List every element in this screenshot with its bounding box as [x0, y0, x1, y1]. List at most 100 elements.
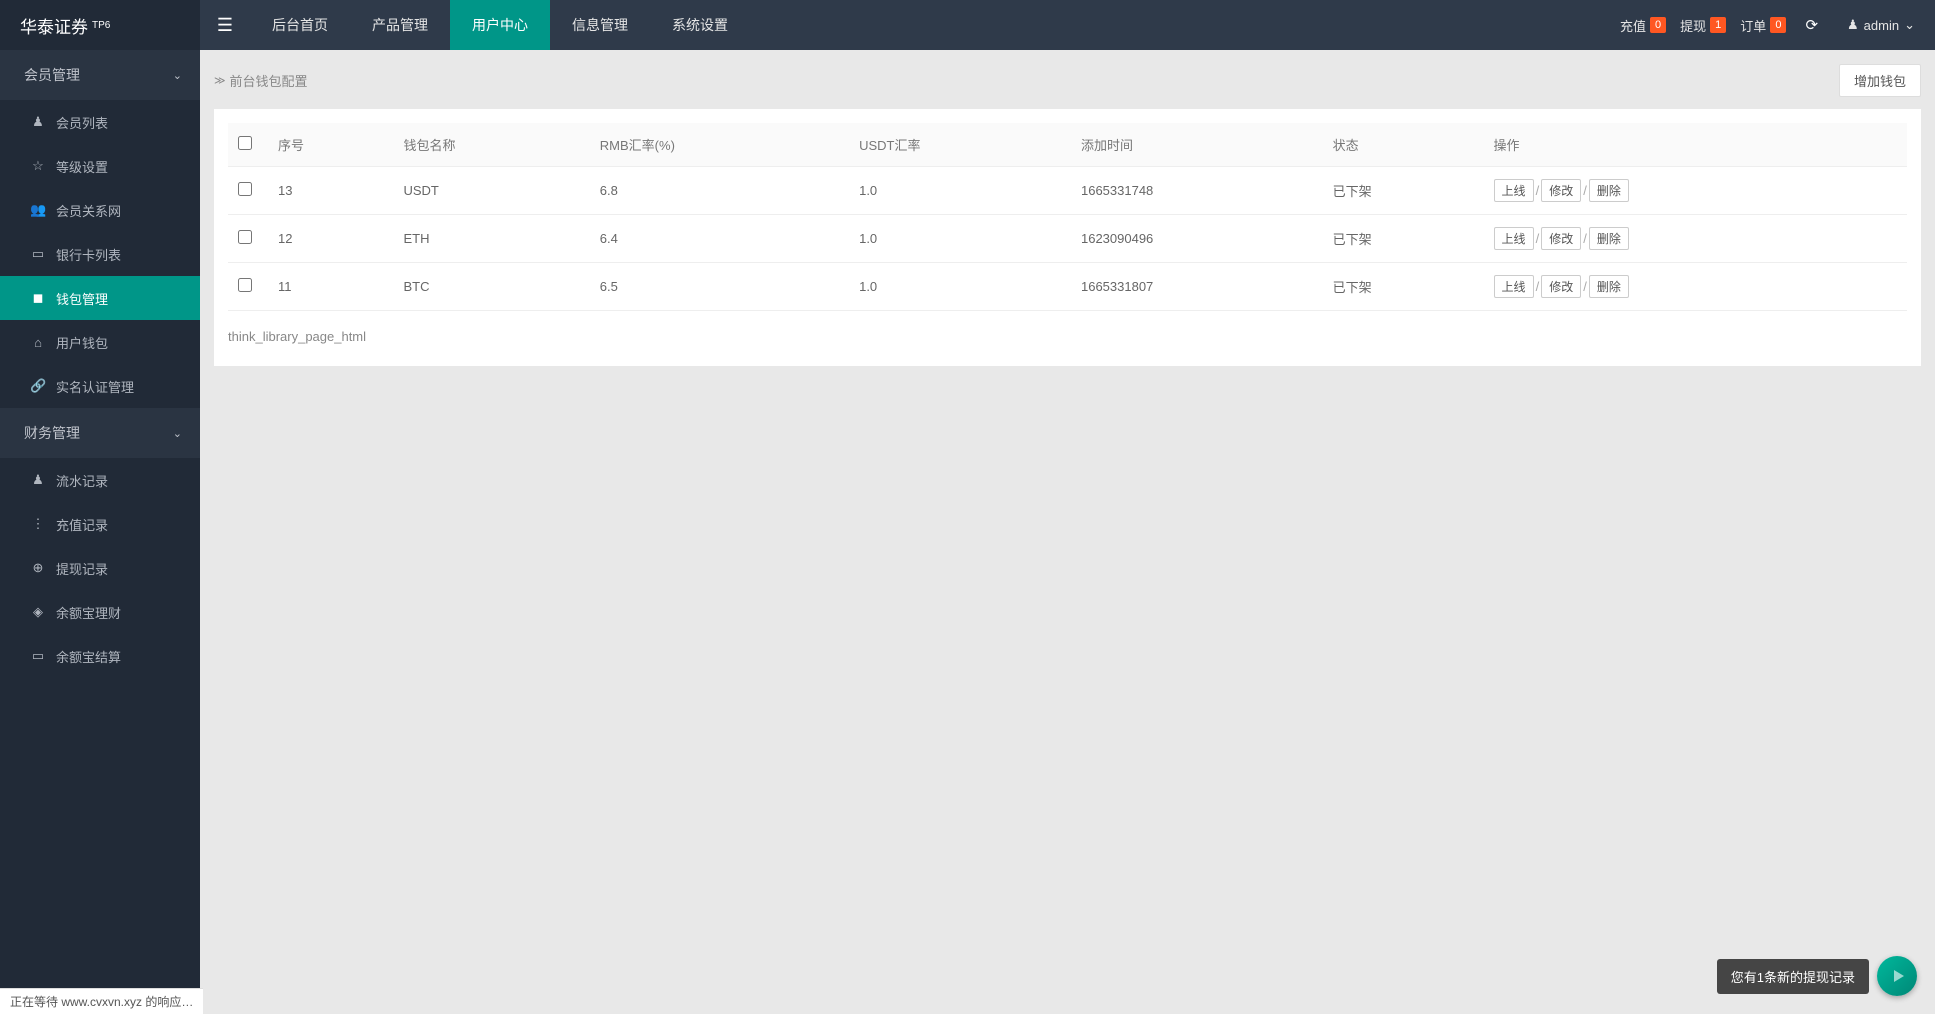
sidebar-item-label: 等级设置: [56, 157, 108, 176]
header-usdt: USDT汇率: [849, 123, 1071, 167]
brand-name: 华泰证券: [20, 13, 88, 38]
cell-time: 1623090496: [1071, 215, 1323, 263]
edit-button[interactable]: 修改: [1541, 275, 1581, 298]
breadcrumb-text: 前台钱包配置: [230, 71, 308, 90]
userwallet-icon: ⌂: [30, 335, 46, 350]
cell-rmb: 6.4: [590, 215, 849, 263]
topnav-item-2[interactable]: 用户中心: [450, 0, 550, 50]
recharge-count: 0: [1650, 17, 1666, 33]
topnav-item-1[interactable]: 产品管理: [350, 0, 450, 50]
withdraw-label: 提现: [1680, 16, 1706, 35]
delete-button[interactable]: 删除: [1589, 179, 1629, 202]
topbar: 华泰证券 TP6 ☰ 后台首页产品管理用户中心信息管理系统设置 充值 0 提现 …: [0, 0, 1935, 50]
sidebar-item-label: 实名认证管理: [56, 377, 134, 396]
order-badge[interactable]: 订单 0: [1740, 16, 1786, 35]
card-icon: ▭: [30, 246, 46, 262]
row-checkbox[interactable]: [238, 278, 252, 292]
topnav-item-0[interactable]: 后台首页: [250, 0, 350, 50]
cell-status: 已下架: [1323, 263, 1484, 311]
sidebar-item-label: 会员关系网: [56, 201, 121, 220]
sidebar-item-0-2[interactable]: 👥会员关系网: [0, 188, 200, 232]
table-panel: 序号 钱包名称 RMB汇率(%) USDT汇率 添加时间 状态 操作 13USD…: [214, 109, 1921, 366]
breadcrumb: ≫ 前台钱包配置: [214, 71, 308, 90]
sidebar-item-1-0[interactable]: ♟流水记录: [0, 458, 200, 502]
delete-button[interactable]: 删除: [1589, 275, 1629, 298]
table-row: 12ETH6.41.01623090496已下架上线/修改/删除: [228, 215, 1907, 263]
sidebar-item-label: 充值记录: [56, 515, 108, 534]
row-checkbox[interactable]: [238, 230, 252, 244]
online-button[interactable]: 上线: [1494, 275, 1534, 298]
toast-message[interactable]: 您有1条新的提现记录: [1717, 959, 1869, 994]
op-sep: /: [1583, 183, 1587, 198]
sidebar-group-0[interactable]: 会员管理⌄: [0, 50, 200, 100]
header-rmb: RMB汇率(%): [590, 123, 849, 167]
header-id: 序号: [268, 123, 393, 167]
add-wallet-button[interactable]: 增加钱包: [1839, 64, 1921, 97]
wallet-table: 序号 钱包名称 RMB汇率(%) USDT汇率 添加时间 状态 操作 13USD…: [228, 123, 1907, 311]
op-sep: /: [1536, 183, 1540, 198]
card-icon: ▭: [30, 648, 46, 664]
notification-toast: 您有1条新的提现记录: [1717, 956, 1917, 996]
edit-button[interactable]: 修改: [1541, 179, 1581, 202]
cell-id: 11: [268, 263, 393, 311]
user-dropdown[interactable]: ♟ admin ⌄: [1837, 17, 1915, 33]
user-icon: ♟: [30, 472, 46, 488]
sidebar-item-0-4[interactable]: ◼ 钱包管理: [0, 276, 200, 320]
delete-button[interactable]: 删除: [1589, 227, 1629, 250]
recharge-badge[interactable]: 充值 0: [1620, 16, 1666, 35]
sidebar-group-1[interactable]: 财务管理⌄: [0, 408, 200, 458]
user-name: admin: [1864, 18, 1899, 33]
star-icon: ☆: [30, 158, 46, 174]
main-content: ≫ 前台钱包配置 增加钱包 序号 钱包名称 RMB汇率(%) USDT汇率 添加: [200, 50, 1935, 1014]
sidebar-item-1-4[interactable]: ▭余额宝结算: [0, 634, 200, 678]
select-all-checkbox[interactable]: [238, 136, 252, 150]
cell-id: 13: [268, 167, 393, 215]
op-sep: /: [1536, 279, 1540, 294]
sidebar-item-1-1[interactable]: ⋮ 充值记录: [0, 502, 200, 546]
topnav-item-3[interactable]: 信息管理: [550, 0, 650, 50]
op-sep: /: [1583, 231, 1587, 246]
cell-time: 1665331748: [1071, 167, 1323, 215]
order-count: 0: [1770, 17, 1786, 33]
brand-sup: TP6: [92, 20, 110, 31]
sidebar-item-label: 钱包管理: [56, 289, 108, 308]
sidebar-item-label: 银行卡列表: [56, 245, 121, 264]
brand: 华泰证券 TP6: [0, 0, 200, 50]
sidebar-item-0-6[interactable]: 🔗实名认证管理: [0, 364, 200, 408]
hamburger-icon[interactable]: ☰: [200, 0, 250, 50]
table-row: 13USDT6.81.01665331748已下架上线/修改/删除: [228, 167, 1907, 215]
header-name: 钱包名称: [393, 123, 589, 167]
withdraw-badge[interactable]: 提现 1: [1680, 16, 1726, 35]
sidebar-item-0-1[interactable]: ☆ 等级设置: [0, 144, 200, 188]
sidebar-item-0-0[interactable]: ♟会员列表: [0, 100, 200, 144]
op-sep: /: [1583, 279, 1587, 294]
sidebar-item-1-3[interactable]: ◈余额宝理财: [0, 590, 200, 634]
sidebar-item-0-3[interactable]: ▭ 银行卡列表: [0, 232, 200, 276]
topnav: 后台首页产品管理用户中心信息管理系统设置: [250, 0, 750, 50]
sidebar-item-0-5[interactable]: ⌂用户钱包: [0, 320, 200, 364]
sidebar-item-1-2[interactable]: ⊕提现记录: [0, 546, 200, 590]
header-checkbox-cell: [228, 123, 268, 167]
cell-ops: 上线/修改/删除: [1484, 167, 1907, 215]
dots-icon: ⋮: [30, 516, 46, 532]
refresh-icon[interactable]: ⟳: [1800, 16, 1823, 34]
diamond-icon: ◈: [30, 604, 46, 620]
wallet-icon: ◼: [30, 290, 46, 306]
chevron-down-icon: ⌄: [1904, 17, 1915, 33]
header-ops: 操作: [1484, 123, 1907, 167]
cell-usdt: 1.0: [849, 263, 1071, 311]
topbar-right: 充值 0 提现 1 订单 0 ⟳ ♟ admin ⌄: [1620, 0, 1935, 50]
cell-ops: 上线/修改/删除: [1484, 215, 1907, 263]
toast-play-icon[interactable]: [1877, 956, 1917, 996]
cell-rmb: 6.8: [590, 167, 849, 215]
online-button[interactable]: 上线: [1494, 227, 1534, 250]
breadcrumb-bar: ≫ 前台钱包配置 增加钱包: [214, 64, 1921, 97]
status-bar: 正在等待 www.cvxvn.xyz 的响应…: [0, 988, 203, 1014]
cell-ops: 上线/修改/删除: [1484, 263, 1907, 311]
user-icon: ♟: [1847, 17, 1859, 33]
row-checkbox[interactable]: [238, 182, 252, 196]
topnav-item-4[interactable]: 系统设置: [650, 0, 750, 50]
edit-button[interactable]: 修改: [1541, 227, 1581, 250]
online-button[interactable]: 上线: [1494, 179, 1534, 202]
sidebar-item-label: 会员列表: [56, 113, 108, 132]
